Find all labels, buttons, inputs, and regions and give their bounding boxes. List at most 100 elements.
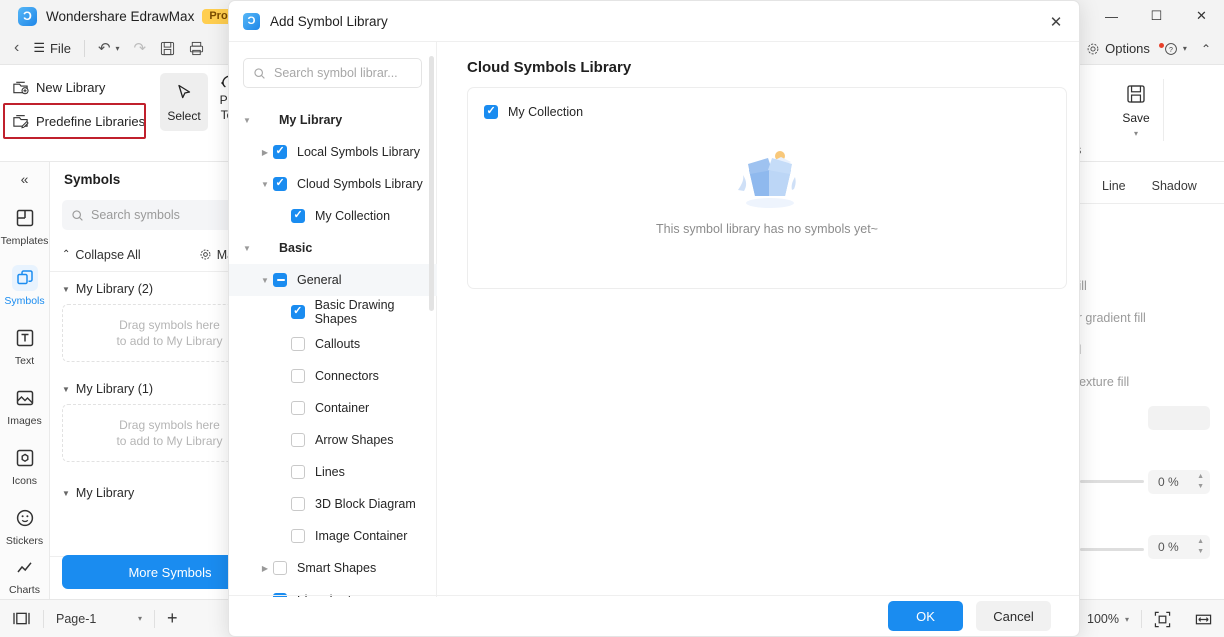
tree-scrollbar[interactable] (429, 56, 434, 311)
gear-icon (1087, 43, 1099, 54)
tree-node[interactable]: ▶ Local Symbols Library (229, 136, 437, 168)
opacity-spinner[interactable]: 0 % ▲ ▼ (1148, 470, 1210, 494)
spinner-arrows-icon[interactable]: ▲ ▼ (1197, 473, 1204, 490)
tree-node[interactable]: ▼ Cloud Symbols Library (229, 168, 437, 200)
page-label: Page-1 (56, 611, 97, 626)
sidebar-item-icons[interactable]: Icons (0, 436, 49, 496)
tree-node-checkbox[interactable] (273, 273, 287, 287)
tree-node[interactable]: 3D Block Diagram (229, 488, 437, 520)
library-tree[interactable]: ▼ My Library ▶ Local Symbols Library ▼ Cloud … (229, 104, 437, 597)
sidebar-item-symbols[interactable]: Symbols (0, 256, 49, 316)
collapse-ribbon-button[interactable]: ⌃ (1194, 36, 1218, 62)
tree-node-checkbox[interactable] (291, 337, 305, 351)
predefine-libraries-button[interactable]: Predefine Libraries (6, 107, 151, 135)
left-icon-rail: « Templates Symbols Text Images Icons St… (0, 162, 50, 599)
sidebar-item-text[interactable]: Text (0, 316, 49, 376)
chevron-right-icon[interactable]: ▶ (257, 564, 273, 573)
color-swatch-button[interactable] (1148, 406, 1210, 430)
maximize-button[interactable]: ☐ (1134, 0, 1179, 32)
tree-node[interactable]: ▼ My Library (229, 104, 437, 136)
page-selector[interactable]: Page-1 ▾ (44, 600, 154, 637)
redo-button[interactable]: ↷ (127, 35, 154, 61)
tree-node[interactable]: Image Container (229, 520, 437, 552)
sidebar-item-charts[interactable]: Charts (0, 556, 49, 596)
tree-node[interactable]: ▶ Smart Shapes (229, 552, 437, 584)
secondary-spinner[interactable]: 0 % ▲ ▼ (1148, 535, 1210, 559)
tree-node-checkbox[interactable] (291, 433, 305, 447)
tree-node[interactable]: Callouts (229, 328, 437, 360)
tab-line[interactable]: Line (1102, 179, 1126, 193)
chevron-down-icon[interactable]: ▼ (257, 276, 273, 285)
chevron-down-icon[interactable]: ▼ (257, 180, 273, 189)
ok-button[interactable]: OK (888, 601, 963, 631)
tree-node-label: Container (315, 401, 370, 415)
fit-width-button[interactable] (1183, 600, 1224, 637)
dialog-body: Search symbol librar... ▼ My Library ▶ Loca… (229, 42, 1079, 597)
tree-node-checkbox[interactable] (291, 369, 305, 383)
save-caret-icon[interactable]: ▾ (1134, 129, 1138, 138)
tree-node[interactable]: Container (229, 392, 437, 424)
tab-shadow[interactable]: Shadow (1152, 179, 1197, 193)
add-page-button[interactable]: + (155, 600, 190, 637)
search-symbol-library-input[interactable]: Search symbol librar... (243, 58, 422, 88)
sidebar-label-charts: Charts (9, 584, 40, 596)
select-tool-button[interactable]: Select (160, 73, 208, 131)
undo-button[interactable]: ↶ ▾ (91, 35, 127, 61)
minimize-button[interactable]: — (1089, 0, 1134, 32)
opacity-slider[interactable] (1080, 480, 1144, 483)
app-title: Wondershare EdrawMax (46, 8, 195, 24)
preview-heading: Cloud Symbols Library (467, 59, 632, 76)
tree-node-checkbox[interactable] (291, 529, 305, 543)
chevron-down-icon: ▼ (62, 284, 70, 294)
svg-text:?: ? (1169, 46, 1173, 53)
tree-node-checkbox[interactable] (291, 465, 305, 479)
help-button[interactable]: ? ▾ (1157, 36, 1194, 62)
tree-node[interactable]: Basic Drawing Shapes (229, 296, 437, 328)
sidebar-item-templates[interactable]: Templates (0, 196, 49, 256)
tree-node-checkbox[interactable] (273, 144, 287, 159)
tree-node[interactable]: ▼ General (229, 264, 437, 296)
tree-node[interactable]: ▼ Basic (229, 232, 437, 264)
quick-save-button[interactable] (153, 35, 182, 61)
tree-node-label: Local Symbols Library (297, 145, 420, 159)
tree-node[interactable]: Arrow Shapes (229, 424, 437, 456)
sidebar-item-images[interactable]: Images (0, 376, 49, 436)
tree-node[interactable]: Lines (229, 456, 437, 488)
dialog-preview-panel: Cloud Symbols Library My Collection (437, 42, 1079, 597)
print-button[interactable] (182, 35, 211, 61)
tree-node-checkbox[interactable] (290, 304, 305, 319)
help-caret-icon[interactable]: ▾ (1183, 44, 1187, 53)
tree-node-checkbox[interactable] (291, 401, 305, 415)
tree-node-checkbox[interactable] (273, 561, 287, 575)
close-icon[interactable]: ✕ (1041, 8, 1071, 36)
tree-node-checkbox[interactable] (273, 176, 287, 191)
back-button[interactable]: ‹ (7, 35, 26, 61)
my-collection-checkbox[interactable] (484, 104, 498, 119)
tree-node[interactable]: Connectors (229, 360, 437, 392)
page-view-toggle[interactable] (0, 600, 43, 637)
close-window-button[interactable]: ✕ (1179, 0, 1224, 32)
cancel-button[interactable]: Cancel (976, 601, 1051, 631)
tree-node-checkbox[interactable] (291, 497, 305, 511)
options-button[interactable]: Options (1079, 36, 1157, 62)
save-ribbon-button[interactable]: Save ▾ (1112, 75, 1160, 138)
collapse-all-button[interactable]: ⌃ Collapse All (62, 248, 141, 262)
spinner-arrows-icon[interactable]: ▲ ▼ (1197, 538, 1204, 555)
menu-bar-right: Options ? ▾ ⌃ (1079, 32, 1224, 65)
undo-caret-icon[interactable]: ▾ (116, 44, 120, 53)
tree-node-checkbox[interactable] (291, 208, 305, 223)
fit-page-button[interactable] (1142, 600, 1183, 637)
collapse-panel-button[interactable]: « (0, 162, 49, 196)
sidebar-item-stickers[interactable]: Stickers (0, 496, 49, 556)
new-library-button[interactable]: New Library (6, 73, 151, 101)
tree-node[interactable]: My Collection (229, 200, 437, 232)
secondary-slider[interactable] (1080, 548, 1144, 551)
chevron-down-icon[interactable]: ▼ (239, 116, 255, 125)
my-collection-row[interactable]: My Collection (484, 104, 583, 119)
zoom-control[interactable]: 100% ▾ (1075, 600, 1141, 637)
library-section-label: My Library (1) (75, 382, 154, 396)
chevron-down-icon[interactable]: ▼ (239, 244, 255, 253)
tree-node-label: Cloud Symbols Library (297, 177, 423, 191)
chevron-right-icon[interactable]: ▶ (257, 148, 273, 157)
file-menu[interactable]: ☰ File (26, 35, 78, 61)
